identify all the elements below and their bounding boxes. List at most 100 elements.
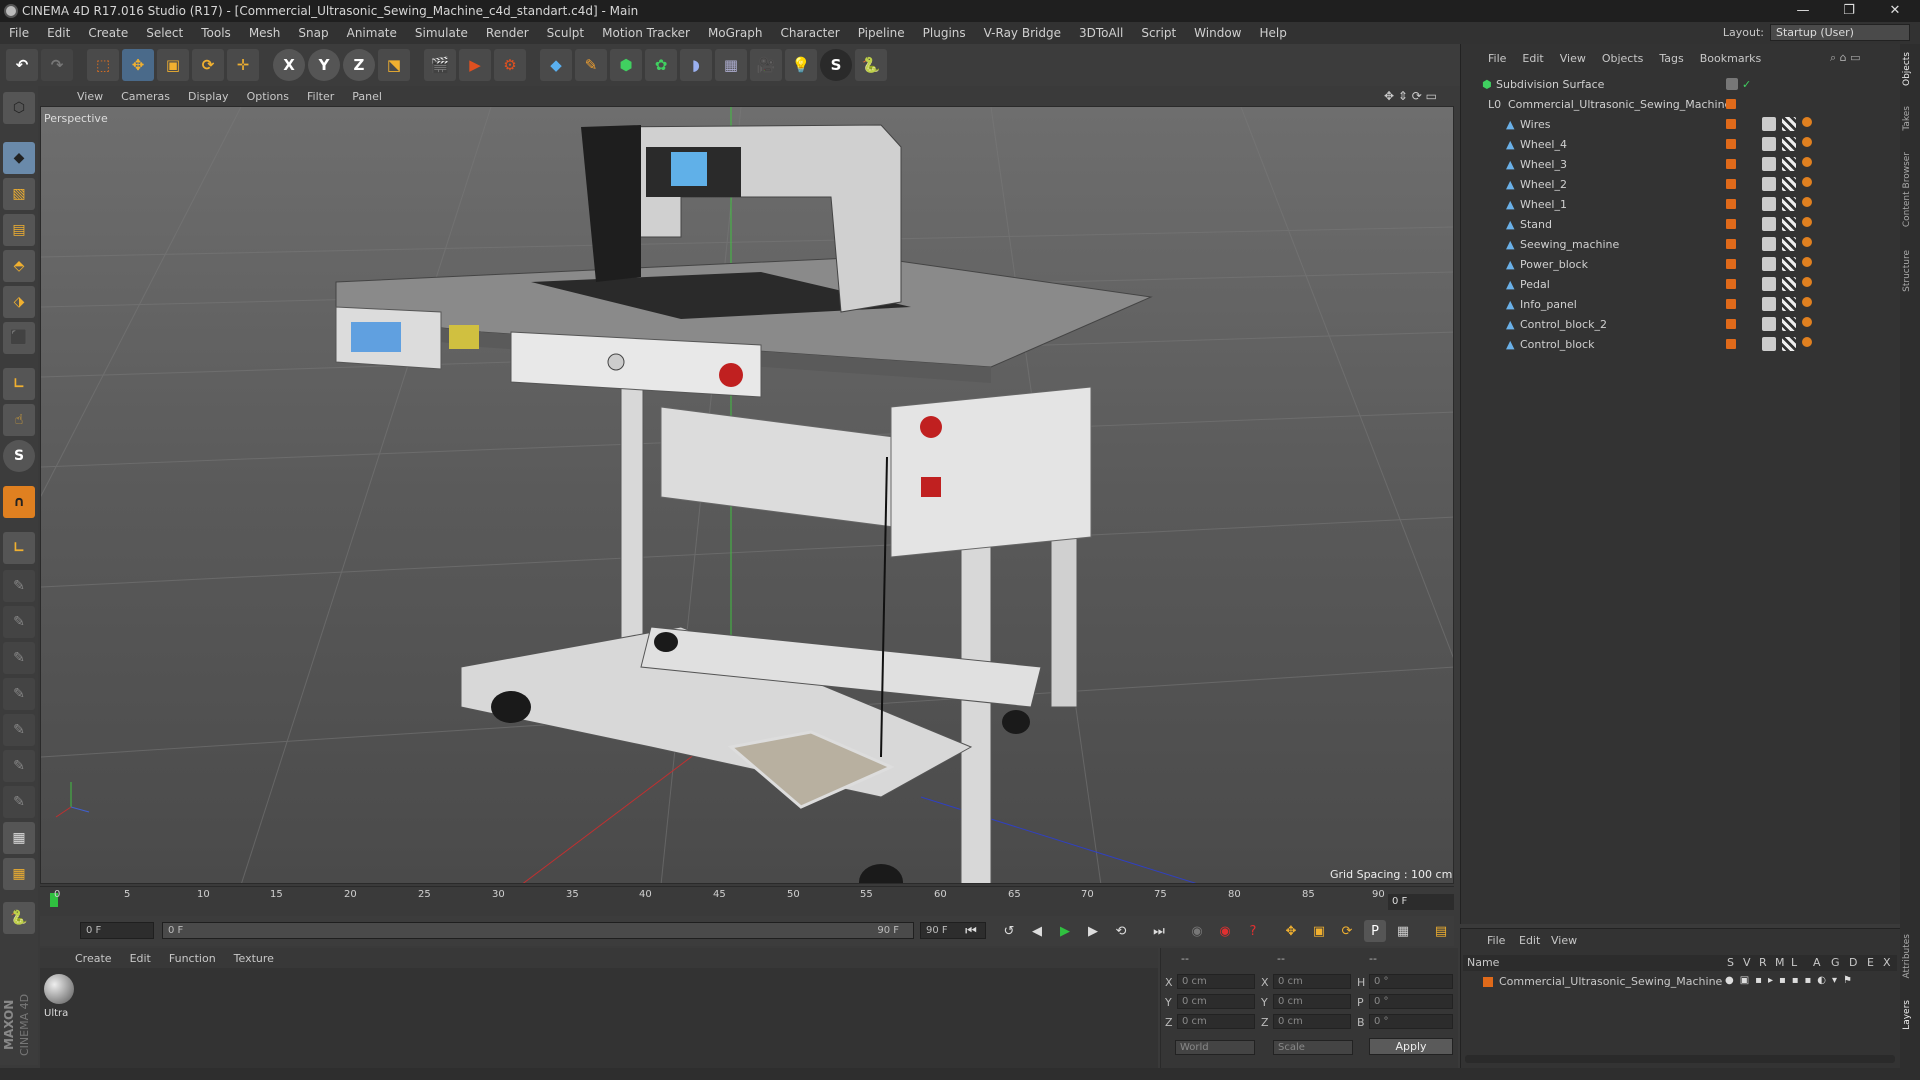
layer-color-dot[interactable] [1726, 339, 1736, 349]
layer-color-dot[interactable] [1726, 99, 1736, 109]
phong-tag-icon[interactable] [1762, 197, 1776, 211]
material-tag-icon[interactable] [1782, 237, 1796, 251]
uvw-tag-icon[interactable] [1802, 217, 1812, 227]
menu-character[interactable]: Character [771, 26, 848, 40]
menu-window[interactable]: Window [1185, 26, 1250, 40]
mograph-cloner-icon[interactable]: ✿ [645, 49, 677, 81]
layer-color-dot[interactable] [1726, 259, 1736, 269]
phong-tag-icon[interactable] [1762, 137, 1776, 151]
object-row[interactable]: ▲ Pedal [1462, 274, 1896, 294]
key-position-icon[interactable]: ✥ [1280, 920, 1302, 942]
viewport-menu-filter[interactable]: Filter [298, 90, 343, 103]
tab-layers[interactable]: Layers [1902, 1000, 1918, 1030]
pen-icon[interactable]: ✎ [575, 49, 607, 81]
3d-viewport[interactable] [40, 106, 1454, 884]
edges-mode-icon[interactable]: ⬗ [3, 286, 35, 318]
size-x-field[interactable]: 0 cm [1273, 974, 1351, 989]
python-icon[interactable]: 🐍 [855, 49, 887, 81]
uvw-tag-icon[interactable] [1802, 257, 1812, 267]
object-row[interactable]: ▲ Power_block [1462, 254, 1896, 274]
phong-tag-icon[interactable] [1762, 117, 1776, 131]
sculpt-brush-4-icon[interactable]: ✎ [3, 678, 35, 710]
keyframe-help-icon[interactable]: ? [1242, 920, 1264, 942]
layer-toggle-icons[interactable]: ●▣▪▸▪▪▪◐▾⚑ [1725, 975, 1858, 986]
play-icon[interactable]: ▶ [1054, 920, 1076, 942]
object-row[interactable]: ▲ Info_panel [1462, 294, 1896, 314]
apply-button[interactable]: Apply [1369, 1038, 1453, 1055]
menu-plugins[interactable]: Plugins [914, 26, 975, 40]
preview-range-slider[interactable]: 0 F 90 F [162, 922, 914, 939]
tab-attributes[interactable]: Attributes [1902, 934, 1918, 978]
subdivision-icon[interactable]: ⬢ [610, 49, 642, 81]
timeline-window-icon[interactable]: ▤ [1430, 920, 1452, 942]
layer-scrollbar[interactable] [1465, 1055, 1895, 1063]
make-editable-icon[interactable]: ⬡ [3, 92, 35, 124]
layer-color-dot[interactable] [1726, 279, 1736, 289]
autokey-icon[interactable]: ◉ [1214, 920, 1236, 942]
sculpt-brush-2-icon[interactable]: ✎ [3, 606, 35, 638]
cube-icon[interactable]: ◆ [540, 49, 572, 81]
uvw-tag-icon[interactable] [1802, 137, 1812, 147]
material-tag-icon[interactable] [1782, 117, 1796, 131]
uvw-tag-icon[interactable] [1802, 197, 1812, 207]
object-row[interactable]: ▲ Control_block [1462, 334, 1896, 354]
menu-pipeline[interactable]: Pipeline [849, 26, 914, 40]
sculpt-brush-5-icon[interactable]: ✎ [3, 714, 35, 746]
viewport-menu-options[interactable]: Options [238, 90, 298, 103]
go-to-end-icon[interactable]: ⏭ [1148, 920, 1170, 942]
locked-workplane-icon[interactable]: ∟ [3, 532, 35, 564]
menu-help[interactable]: Help [1250, 26, 1295, 40]
layer-color-dot[interactable] [1726, 159, 1736, 169]
material-menu-edit[interactable]: Edit [121, 952, 160, 965]
timeline-ruler[interactable]: 0 5 10 15 20 25 30 35 40 45 50 55 60 65 … [40, 886, 1454, 916]
redo-icon[interactable]: ↷ [41, 49, 73, 81]
material-label[interactable]: Ultra [44, 1008, 68, 1019]
layer-color-dot[interactable] [1726, 139, 1736, 149]
layer-color-dot[interactable] [1726, 319, 1736, 329]
key-rotation-icon[interactable]: ⟳ [1336, 920, 1358, 942]
start-frame-field[interactable]: 0 F [80, 922, 154, 939]
sculpt-brush-7-icon[interactable]: ✎ [3, 786, 35, 818]
material-tag-icon[interactable] [1782, 197, 1796, 211]
viewport-menu-display[interactable]: Display [179, 90, 238, 103]
scale-mode-dropdown[interactable]: Scale [1273, 1040, 1353, 1055]
tab-takes[interactable]: Takes [1902, 106, 1918, 131]
key-parameter-icon[interactable]: P [1364, 920, 1386, 942]
rotation-b-field[interactable]: 0 ° [1369, 1014, 1453, 1029]
phong-tag-icon[interactable] [1762, 337, 1776, 351]
python-script-icon[interactable]: 🐍 [3, 902, 35, 934]
uvw-tag-icon[interactable] [1802, 277, 1812, 287]
layer-row[interactable]: Commercial_Ultrasonic_Sewing_Machine ●▣▪… [1463, 973, 1897, 991]
uvw-tag-icon[interactable] [1802, 157, 1812, 167]
material-tag-icon[interactable] [1782, 157, 1796, 171]
object-menu-edit[interactable]: Edit [1514, 52, 1551, 65]
editor-visibility-toggle[interactable] [1726, 78, 1738, 90]
menu-simulate[interactable]: Simulate [406, 26, 477, 40]
y-axis-icon[interactable]: Y [308, 49, 340, 81]
record-icon[interactable]: ◉ [1186, 920, 1208, 942]
uvw-tag-icon[interactable] [1802, 177, 1812, 187]
phong-tag-icon[interactable] [1762, 237, 1776, 251]
menu-tools[interactable]: Tools [192, 26, 240, 40]
uvw-tag-icon[interactable] [1802, 317, 1812, 327]
menu-animate[interactable]: Animate [338, 26, 406, 40]
menu-sculpt[interactable]: Sculpt [538, 26, 593, 40]
sculpt-brush-icon[interactable]: ✎ [3, 570, 35, 602]
layer-color-dot[interactable] [1726, 299, 1736, 309]
layer-menu-view[interactable]: View [1551, 934, 1577, 947]
transform-icon[interactable]: ✛ [227, 49, 259, 81]
layer-color-dot[interactable] [1726, 119, 1736, 129]
layout-dropdown[interactable]: Startup (User) [1770, 24, 1910, 41]
object-menu-tags[interactable]: Tags [1651, 52, 1691, 65]
layer-menu-file[interactable]: File [1487, 934, 1505, 947]
menu-file[interactable]: File [0, 26, 38, 40]
sculpt-brush-6-icon[interactable]: ✎ [3, 750, 35, 782]
snap-icon[interactable]: S [3, 440, 35, 472]
model-mode-icon[interactable]: ◆ [3, 142, 35, 174]
coordinate-system-icon[interactable]: ⬔ [378, 49, 410, 81]
render-picture-viewer-icon[interactable]: ▶ [459, 49, 491, 81]
layer-color-dot[interactable] [1726, 219, 1736, 229]
edit-render-settings-icon[interactable]: ⚙ [494, 49, 526, 81]
uvw-tag-icon[interactable] [1802, 297, 1812, 307]
material-tag-icon[interactable] [1782, 277, 1796, 291]
